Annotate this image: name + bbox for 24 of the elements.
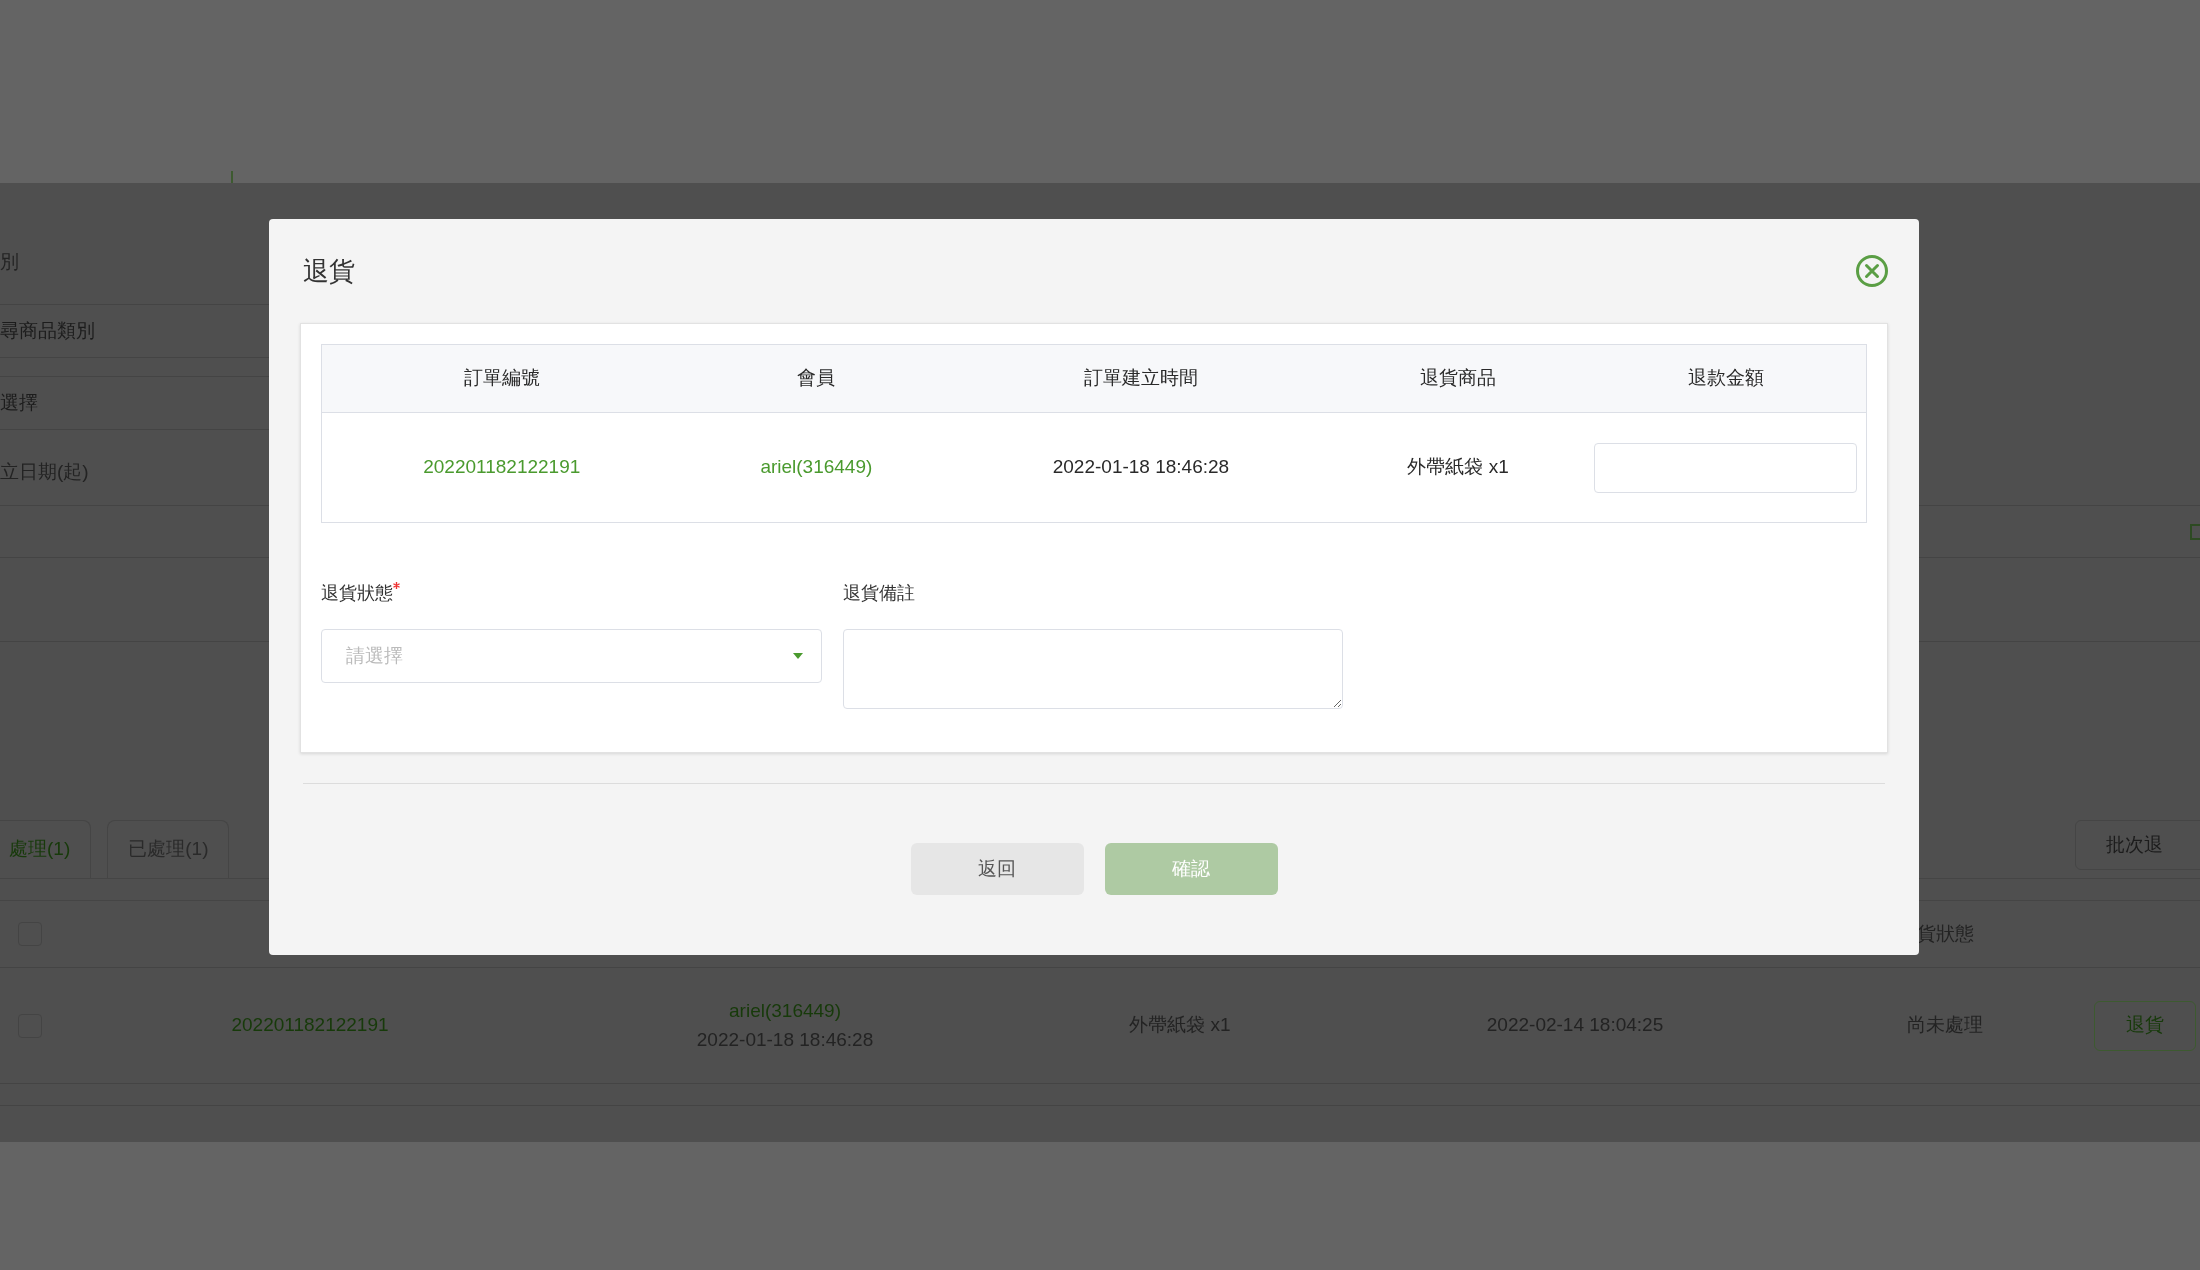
column-header: 會員 xyxy=(797,367,836,389)
dialog-title: 退貨 xyxy=(303,254,355,288)
return-button[interactable]: 退貨 xyxy=(2094,1000,2196,1051)
member-link[interactable]: ariel(316449) xyxy=(760,456,873,478)
caret-icon xyxy=(793,653,803,659)
table-cell: 外帶紙袋 x1 xyxy=(1407,456,1509,478)
column-header: 退款金額 xyxy=(1687,367,1764,389)
order-number-link[interactable]: 202201182122191 xyxy=(231,1011,389,1040)
back-button[interactable]: 返回 xyxy=(910,843,1084,895)
column-header: 訂單編號 xyxy=(463,367,540,389)
field-label: 退貨備註 xyxy=(843,582,916,605)
table-cell: 2022-01-18 18:46:28 xyxy=(1052,456,1230,478)
refund-amount-field[interactable] xyxy=(1594,442,1858,493)
member-link[interactable]: ariel(316449) xyxy=(729,997,841,1026)
tab[interactable]: 處理(1) xyxy=(0,820,92,878)
note-field[interactable] xyxy=(843,629,1343,709)
select-input[interactable]: 請選擇 xyxy=(344,636,793,676)
order-number-link[interactable]: 202201182122191 xyxy=(423,456,581,478)
calendar-icon xyxy=(2190,523,2200,540)
column-header: 退貨商品 xyxy=(1420,367,1497,389)
column-header: 訂單建立時間 xyxy=(1083,367,1198,389)
field-label: 退貨狀態 xyxy=(321,582,393,605)
status-select[interactable]: 請選擇 xyxy=(321,629,822,683)
close-icon[interactable] xyxy=(1855,254,1889,288)
